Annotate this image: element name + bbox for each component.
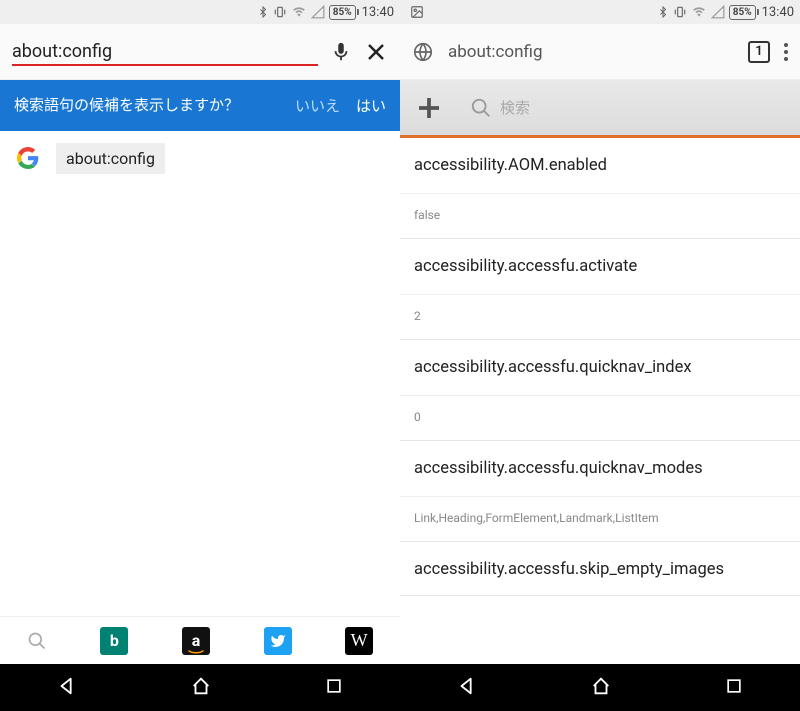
pref-name: accessibility.accessfu.activate [400,239,800,295]
status-bar: 85% 13:40 [400,0,800,24]
android-navbar [400,664,800,711]
bluetooth-icon [657,5,669,19]
signal-icon [711,5,725,19]
prompt-text: 検索語句の候補を表示しますか？ [14,94,279,117]
close-icon[interactable] [364,40,388,64]
bookmark-bing[interactable]: b [100,627,128,655]
content-area [0,186,400,617]
pref-item[interactable]: accessibility.accessfu.quicknav_modes Li… [400,441,800,542]
config-header: 検索 [400,80,800,138]
prompt-no-button[interactable]: いいえ [295,95,340,116]
amazon-letter: a [192,631,201,650]
pref-item[interactable]: accessibility.AOM.enabled false [400,138,800,239]
bookmark-bar: b a W [0,616,400,664]
search-placeholder: 検索 [500,97,530,118]
google-icon [16,146,40,170]
menu-icon[interactable] [784,43,788,61]
bluetooth-icon [257,5,269,19]
pref-value: 2 [400,295,800,339]
wifi-icon [291,5,307,19]
status-bar: 85% 13:40 [0,0,400,24]
pref-value: Link,Heading,FormElement,Landmark,ListIt… [400,497,800,541]
suggestion-text: about:config [56,143,165,174]
home-icon[interactable] [190,675,212,701]
pref-value: false [400,194,800,238]
prompt-yes-button[interactable]: はい [356,95,386,116]
pref-item[interactable]: accessibility.accessfu.skip_empty_images [400,542,800,596]
pref-item[interactable]: accessibility.accessfu.quicknav_index 0 [400,340,800,441]
bookmark-wikipedia[interactable]: W [345,627,373,655]
pref-name: accessibility.accessfu.quicknav_modes [400,441,800,497]
signal-icon [311,5,325,19]
bookmark-twitter[interactable] [264,627,292,655]
pref-name: accessibility.accessfu.quicknav_index [400,340,800,396]
search-icon [470,97,492,119]
home-icon[interactable] [590,675,612,701]
recent-icon[interactable] [724,676,744,700]
vibrate-icon [673,5,687,19]
battery-icon: 85% [329,5,356,20]
pref-value: 0 [400,396,800,440]
suggestion-row[interactable]: about:config [0,131,400,186]
search-icon[interactable] [27,631,47,651]
pref-item[interactable]: accessibility.accessfu.activate 2 [400,239,800,340]
bookmark-amazon[interactable]: a [182,627,210,655]
back-icon[interactable] [456,675,478,701]
clock: 13:40 [762,5,794,20]
search-input[interactable]: 検索 [458,97,800,119]
back-icon[interactable] [56,675,78,701]
screen-right: 85% 13:40 about:config 1 検索 ac [400,0,800,711]
add-pref-button[interactable] [400,80,458,135]
image-icon [410,5,424,19]
url-input[interactable]: about:config [12,41,318,66]
android-navbar [0,664,400,711]
globe-icon [412,41,434,63]
battery-icon: 85% [729,5,756,20]
vibrate-icon [273,5,287,19]
wifi-icon [691,5,707,19]
url-display[interactable]: about:config [448,42,734,62]
pref-name: accessibility.AOM.enabled [400,138,800,194]
tab-counter[interactable]: 1 [748,41,770,63]
pref-name: accessibility.accessfu.skip_empty_images [400,542,800,595]
microphone-icon[interactable] [330,41,352,63]
recent-icon[interactable] [324,676,344,700]
clock: 13:40 [362,5,394,20]
screen-left: 85% 13:40 about:config 検索語句の候補を表示しますか？ い… [0,0,400,711]
search-suggestion-prompt: 検索語句の候補を表示しますか？ いいえ はい [0,80,400,131]
pref-list[interactable]: accessibility.AOM.enabled false accessib… [400,138,800,664]
address-bar: about:config [0,24,400,80]
address-bar: about:config 1 [400,24,800,80]
